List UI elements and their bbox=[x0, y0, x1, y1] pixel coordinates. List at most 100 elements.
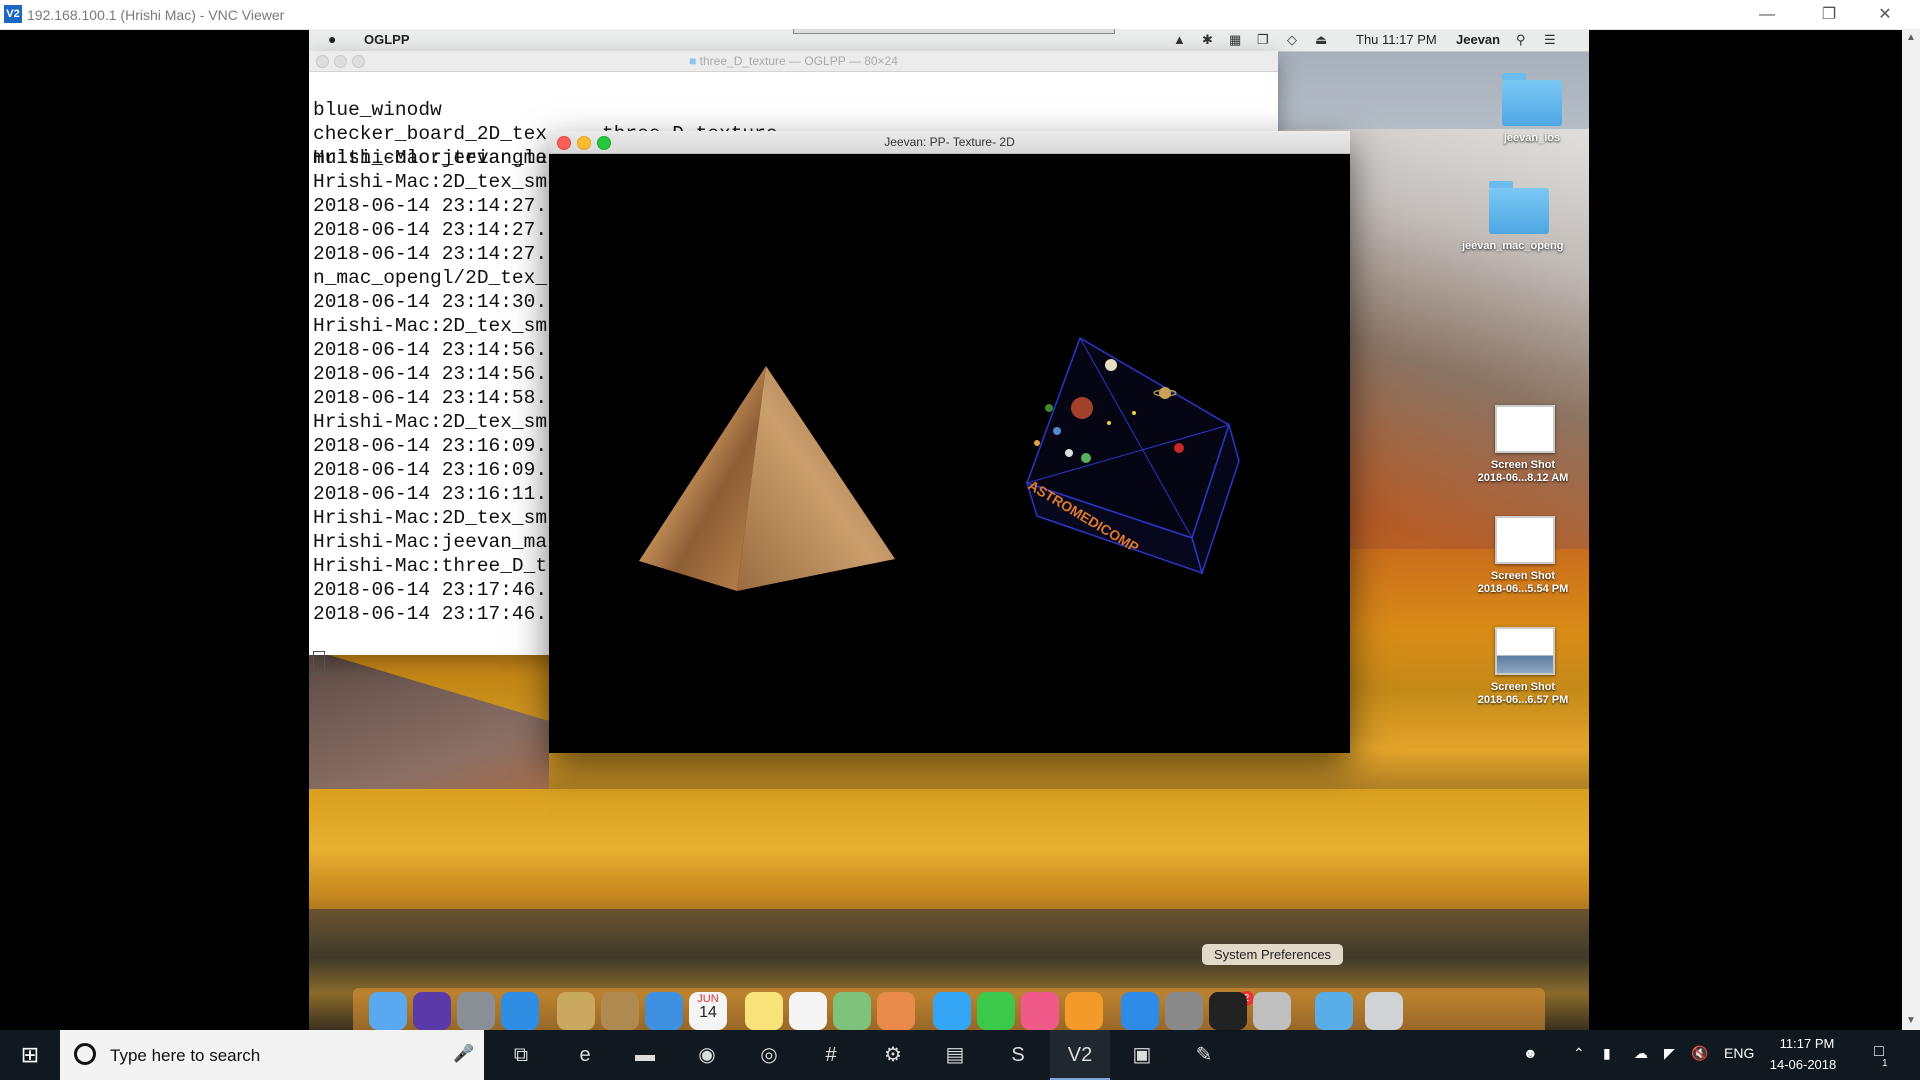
paint3d-icon[interactable]: ✎ bbox=[1174, 1030, 1234, 1080]
launchpad-icon[interactable] bbox=[457, 992, 495, 1030]
finder-icon[interactable] bbox=[369, 992, 407, 1030]
maps-icon[interactable] bbox=[833, 992, 871, 1030]
desktop-screenshot-3[interactable]: Screen Shot 2018-06...6.57 PM bbox=[1463, 627, 1583, 707]
input-language[interactable]: ENG bbox=[1724, 1045, 1754, 1061]
eject-icon[interactable]: ⏏ bbox=[1315, 32, 1327, 48]
terminal-line: Hrishi-Mac:2D_tex_sm bbox=[313, 315, 548, 337]
terminal-icon[interactable] bbox=[1209, 992, 1247, 1030]
screenshot-thumbnail-icon bbox=[1495, 405, 1555, 453]
spotlight-icon[interactable]: ⚲ bbox=[1516, 32, 1526, 48]
dock-tooltip: System Preferences bbox=[1202, 944, 1344, 965]
onedrive-icon[interactable]: ☁ bbox=[1634, 1045, 1648, 1062]
terminal-line: 2018-06-14 23:16:11. bbox=[313, 483, 548, 505]
taskbar-date[interactable]: 14-06-2018 bbox=[1763, 1057, 1843, 1072]
desktop-screenshot-1[interactable]: Screen Shot 2018-06...8.12 AM bbox=[1463, 405, 1583, 485]
desktop-folder-jeevan-mac-opengl[interactable]: jeevan_mac_openg bbox=[1439, 181, 1589, 253]
folder-icon bbox=[1489, 181, 1513, 188]
desktop-folder-jeevan-ios[interactable]: jeevan_ios bbox=[1486, 73, 1578, 145]
terminal-line: Hrishi-Mac:jeevan_ma bbox=[313, 147, 548, 169]
airport-icon[interactable]: ▲ bbox=[1173, 32, 1186, 47]
terminal-line: n_mac_opengl/2D_tex_ bbox=[313, 267, 548, 289]
system-preferences-icon[interactable] bbox=[1165, 992, 1203, 1030]
terminal-line: 2018-06-14 23:17:46. bbox=[313, 603, 548, 625]
microphone-icon[interactable]: 🎤 bbox=[453, 1044, 474, 1064]
xcode-icon[interactable] bbox=[645, 992, 683, 1030]
contacts-icon[interactable] bbox=[601, 992, 639, 1030]
messages-icon[interactable] bbox=[933, 992, 971, 1030]
menubar-user[interactable]: Jeevan bbox=[1456, 32, 1500, 47]
display-icon[interactable]: ❐ bbox=[1257, 32, 1269, 48]
bluetooth-icon[interactable]: ✱ bbox=[1202, 32, 1213, 48]
terminal-line: 2018-06-14 23:14:27. bbox=[313, 195, 548, 217]
network-icon[interactable]: ◤ bbox=[1664, 1045, 1675, 1062]
screen-share-icon[interactable]: ▦ bbox=[1229, 32, 1241, 48]
scroll-up-icon[interactable]: ▲ bbox=[1902, 29, 1920, 47]
slack-icon[interactable]: # bbox=[801, 1030, 861, 1080]
ibooks-icon[interactable] bbox=[1065, 992, 1103, 1030]
menubar-clock[interactable]: Thu 11:17 PM bbox=[1356, 32, 1437, 47]
terminal-line: 2018-06-14 23:16:09. bbox=[313, 435, 548, 457]
action-center-icon[interactable]: □ bbox=[1866, 1043, 1892, 1067]
vnc-viewer-icon[interactable]: V2 bbox=[1050, 1030, 1110, 1080]
folder-icon: ■ bbox=[689, 54, 697, 68]
terminal-titlebar[interactable]: ■ three_D_texture — OGLPP — 80×24 bbox=[309, 51, 1278, 72]
media-icon[interactable]: ◎ bbox=[739, 1030, 799, 1080]
trash-icon[interactable] bbox=[1365, 992, 1403, 1030]
firefox-icon[interactable]: ◉ bbox=[677, 1030, 737, 1080]
remote-mac-screen[interactable]: ● OGLPP ▲ ✱ ▦ ❐ ◇ ⏏ Thu 11:17 PM Jeevan … bbox=[309, 29, 1589, 1030]
desktop-screenshot-2[interactable]: Screen Shot 2018-06...5.54 PM bbox=[1463, 516, 1583, 596]
itunes-icon[interactable] bbox=[1021, 992, 1059, 1030]
textured-cube: ASTROMEDICOMP bbox=[1025, 336, 1240, 576]
taskbar-search-box[interactable]: Type here to search 🎤 bbox=[60, 1030, 484, 1080]
edge-icon[interactable]: e bbox=[555, 1030, 615, 1080]
apple-icon[interactable]: ● bbox=[328, 31, 336, 47]
folder-icon bbox=[1502, 73, 1526, 80]
chart-app-icon[interactable]: ▤ bbox=[925, 1030, 985, 1080]
notes-icon[interactable] bbox=[745, 992, 783, 1030]
settings-icon[interactable]: ⚙ bbox=[863, 1030, 923, 1080]
restore-button[interactable]: ❐ bbox=[1806, 0, 1852, 29]
terminal-line: Hrishi-Mac:2D_tex_sm bbox=[313, 507, 548, 529]
opengl-window[interactable]: Jeevan: PP- Texture- 2D ASTROMEDICOMP bbox=[549, 131, 1350, 753]
terminal-line: 2018-06-14 23:17:46. bbox=[313, 579, 548, 601]
app-store-icon[interactable] bbox=[1121, 992, 1159, 1030]
facetime-icon[interactable] bbox=[977, 992, 1015, 1030]
mail-stamp-icon[interactable] bbox=[557, 992, 595, 1030]
terminal-row: multi_color_triangle triangle_perspectiv… bbox=[313, 122, 836, 193]
downloads-folder-icon[interactable] bbox=[1315, 992, 1353, 1030]
people-icon[interactable]: ☻ bbox=[1523, 1045, 1538, 1061]
background-window-edge bbox=[793, 29, 1115, 34]
folder-icon bbox=[1489, 188, 1549, 234]
notification-icon[interactable]: ☰ bbox=[1544, 32, 1556, 48]
safari-icon[interactable] bbox=[501, 992, 539, 1030]
desktop-icon-label: Screen Shot 2018-06...6.57 PM bbox=[1477, 681, 1569, 706]
terminal-line: Hrishi-Mac:jeevan_ma bbox=[313, 531, 548, 553]
volume-muted-icon[interactable]: 🔇 bbox=[1691, 1045, 1708, 1062]
show-hidden-icons-icon[interactable]: ⌃ bbox=[1573, 1045, 1585, 1062]
app-menu-name[interactable]: OGLPP bbox=[364, 32, 410, 47]
vnc-viewer-icon: V2 bbox=[4, 5, 22, 23]
vnc-scrollbar[interactable] bbox=[1902, 29, 1920, 1030]
skype-icon[interactable]: S bbox=[988, 1030, 1048, 1080]
scroll-down-icon[interactable]: ▼ bbox=[1902, 1012, 1920, 1030]
photos-icon[interactable] bbox=[877, 992, 915, 1030]
windows-start-icon[interactable]: ⊞ bbox=[0, 1030, 60, 1080]
desktop-icon-label: Screen Shot 2018-06...5.54 PM bbox=[1477, 570, 1569, 595]
no-entry-icon[interactable] bbox=[1253, 992, 1291, 1030]
folder-icon bbox=[1502, 80, 1562, 126]
terminal-line: Hrishi-Mac:2D_tex_sm bbox=[313, 411, 548, 433]
screenshot-thumbnail-icon bbox=[1495, 627, 1555, 675]
close-button[interactable]: ✕ bbox=[1862, 0, 1908, 29]
opengl-titlebar[interactable]: Jeevan: PP- Texture- 2D bbox=[549, 131, 1350, 154]
minimize-button[interactable]: — bbox=[1744, 0, 1790, 29]
file-explorer-icon[interactable]: ▬ bbox=[615, 1030, 675, 1080]
battery-icon[interactable]: ▮ bbox=[1603, 1045, 1611, 1062]
calendar-icon[interactable]: JUN 14 bbox=[689, 992, 727, 1030]
terminal-output[interactable]: blue_winodw three_D_texture two_shapes_c… bbox=[313, 74, 1113, 626]
reminders-icon[interactable] bbox=[789, 992, 827, 1030]
taskbar-clock[interactable]: 11:17 PM bbox=[1777, 1036, 1837, 1051]
task-view-icon[interactable]: ⧉ bbox=[491, 1030, 551, 1080]
paint-icon[interactable]: ▣ bbox=[1112, 1030, 1172, 1080]
siri-icon[interactable] bbox=[413, 992, 451, 1030]
wifi-icon[interactable]: ◇ bbox=[1287, 32, 1297, 48]
